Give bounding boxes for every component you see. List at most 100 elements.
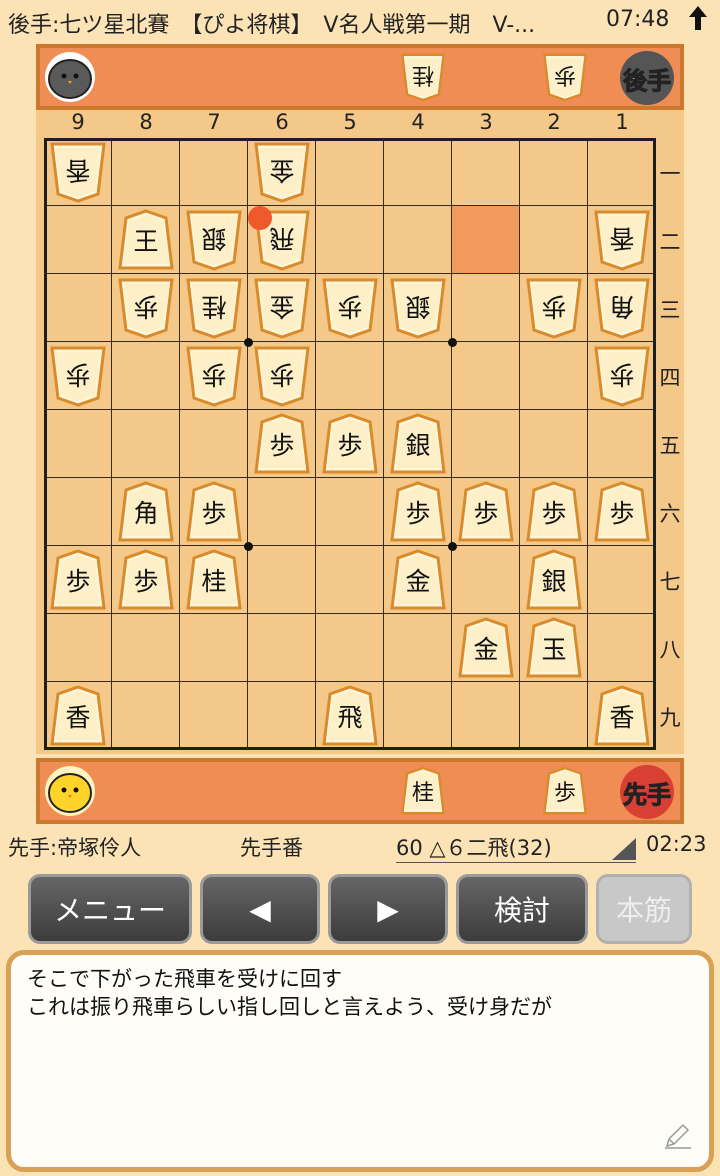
piece-label: 歩 xyxy=(201,499,227,528)
hand-piece-label: 歩 xyxy=(553,781,576,806)
piece-label: 香 xyxy=(609,703,635,732)
piece-label: 香 xyxy=(65,703,91,732)
piece-sente-king[interactable]: 玉 xyxy=(525,617,583,679)
piece-sente-bishop[interactable]: 角 xyxy=(117,481,175,543)
move-text: 60 △６二飛(32) xyxy=(396,836,552,860)
piece-sente-silver[interactable]: 銀 xyxy=(525,549,583,611)
piece-sente-rook[interactable]: 飛 xyxy=(321,685,379,747)
piece-sente-knight[interactable]: 桂 xyxy=(185,549,243,611)
piece-sente-pawn[interactable]: 歩 xyxy=(389,481,447,543)
piece-gote-silver[interactable]: 銀 xyxy=(185,209,243,271)
file-label: 3 xyxy=(479,110,493,134)
move-selector[interactable]: 60 △６二飛(32) xyxy=(396,832,636,863)
analyze-button[interactable]: 検討 xyxy=(456,874,588,944)
piece-gote-pawn[interactable]: 歩 xyxy=(49,345,107,407)
piece-sente-gold[interactable]: 金 xyxy=(389,549,447,611)
piece-label: 歩 xyxy=(133,292,159,321)
piece-gote-knight[interactable]: 桂 xyxy=(185,277,243,339)
rank-label: 八 xyxy=(659,638,681,662)
piece-gote-pawn[interactable]: 歩 xyxy=(253,345,311,407)
piece-sente-pawn[interactable]: 歩 xyxy=(321,413,379,475)
file-label: 6 xyxy=(275,110,289,134)
piece-label: 歩 xyxy=(201,360,227,389)
piece-label: 歩 xyxy=(133,567,159,596)
piece-sente-lance[interactable]: 香 xyxy=(49,685,107,747)
piece-label: 王 xyxy=(133,227,159,256)
rank-label: 二 xyxy=(659,230,681,254)
piece-label: 銀 xyxy=(405,431,431,460)
piece-sente-pawn[interactable]: 歩 xyxy=(253,413,311,475)
piece-label: 歩 xyxy=(65,567,91,596)
game-clock: 02:23 xyxy=(646,832,707,856)
piece-label: 香 xyxy=(609,224,635,253)
piece-gote-pawn[interactable]: 歩 xyxy=(593,345,651,407)
rank-label: 九 xyxy=(659,706,681,730)
rank-label: 四 xyxy=(659,366,681,390)
piece-gote-lance[interactable]: 香 xyxy=(49,141,107,203)
piece-label: 桂 xyxy=(201,292,227,321)
gote-hand-pawn[interactable]: 歩 xyxy=(542,50,588,104)
piece-label: 歩 xyxy=(473,499,499,528)
piece-sente-pawn[interactable]: 歩 xyxy=(457,481,515,543)
piece-label: 金 xyxy=(473,635,499,664)
piece-sente-pawn[interactable]: 歩 xyxy=(117,549,175,611)
piece-sente-pawn[interactable]: 歩 xyxy=(185,481,243,543)
piece-label: 歩 xyxy=(609,499,635,528)
piece-label: 歩 xyxy=(405,499,431,528)
sente-badge: 先手 xyxy=(620,765,674,819)
sente-avatar[interactable] xyxy=(44,765,96,817)
piece-gote-pawn[interactable]: 歩 xyxy=(525,277,583,339)
piece-sente-gold[interactable]: 金 xyxy=(457,617,515,679)
piece-gote-bishop[interactable]: 角 xyxy=(593,277,651,339)
turn-indicator: 先手番 xyxy=(240,836,303,860)
piece-label: 桂 xyxy=(201,567,227,596)
piece-gote-lance[interactable]: 香 xyxy=(593,209,651,271)
rank-label: 三 xyxy=(659,298,681,322)
rank-label: 七 xyxy=(659,570,681,594)
piece-sente-pawn[interactable]: 歩 xyxy=(593,481,651,543)
comment-box[interactable]: そこで下がった飛車を受けに回す これは振り飛車らしい指し回しと言えよう、受け身だ… xyxy=(6,950,714,1172)
gote-avatar[interactable] xyxy=(44,51,96,103)
piece-label: 金 xyxy=(269,292,295,321)
piece-sente-silver[interactable]: 銀 xyxy=(389,413,447,475)
piece-label: 歩 xyxy=(337,431,363,460)
file-label: 1 xyxy=(615,110,629,134)
sente-hand-knight[interactable]: 桂 xyxy=(400,764,446,818)
piece-label: 金 xyxy=(269,156,295,185)
piece-sente-pawn[interactable]: 歩 xyxy=(525,481,583,543)
piece-label: 飛 xyxy=(337,703,363,732)
piece-gote-gold[interactable]: 金 xyxy=(253,141,311,203)
hand-piece-label: 桂 xyxy=(412,62,435,87)
hand-piece-label: 桂 xyxy=(411,781,434,806)
piece-label: 角 xyxy=(133,499,159,528)
piece-sente-lance[interactable]: 香 xyxy=(593,685,651,747)
rank-label: 六 xyxy=(659,502,681,526)
clock-time: 07:48 xyxy=(606,7,670,32)
hand-piece-label: 歩 xyxy=(554,62,577,87)
piece-label: 歩 xyxy=(609,360,635,389)
piece-gote-pawn[interactable]: 歩 xyxy=(185,345,243,407)
dropdown-corner-icon xyxy=(612,838,636,864)
edit-pencil-icon[interactable] xyxy=(663,1120,693,1157)
shogi-board[interactable]: 987654321 一二三四五六七八九 香金王銀飛香歩桂金歩銀歩角歩歩歩歩歩歩銀… xyxy=(36,110,684,754)
piece-label: 香 xyxy=(65,156,91,185)
menu-button[interactable]: メニュー xyxy=(28,874,192,944)
sente-hand-pawn[interactable]: 歩 xyxy=(542,764,588,818)
file-label: 7 xyxy=(207,110,221,134)
next-move-button[interactable]: ▶ xyxy=(328,874,448,944)
mainline-button[interactable]: 本筋 xyxy=(596,874,692,944)
piece-gote-silver[interactable]: 銀 xyxy=(389,277,447,339)
piece-gote-gold[interactable]: 金 xyxy=(253,277,311,339)
piece-gote-pawn[interactable]: 歩 xyxy=(321,277,379,339)
piece-sente-pawn[interactable]: 歩 xyxy=(49,549,107,611)
comment-line-1: そこで下がった飛車を受けに回す xyxy=(27,967,342,991)
gote-hand-bar: 桂 歩 後手 xyxy=(36,44,684,110)
piece-label: 銀 xyxy=(405,292,431,321)
file-label: 5 xyxy=(343,110,357,134)
file-label: 4 xyxy=(411,110,425,134)
piece-gote-pawn[interactable]: 歩 xyxy=(117,277,175,339)
piece-sente-king[interactable]: 王 xyxy=(117,209,175,271)
last-move-marker xyxy=(248,206,272,230)
prev-move-button[interactable]: ◀ xyxy=(200,874,320,944)
gote-hand-knight[interactable]: 桂 xyxy=(400,50,446,104)
